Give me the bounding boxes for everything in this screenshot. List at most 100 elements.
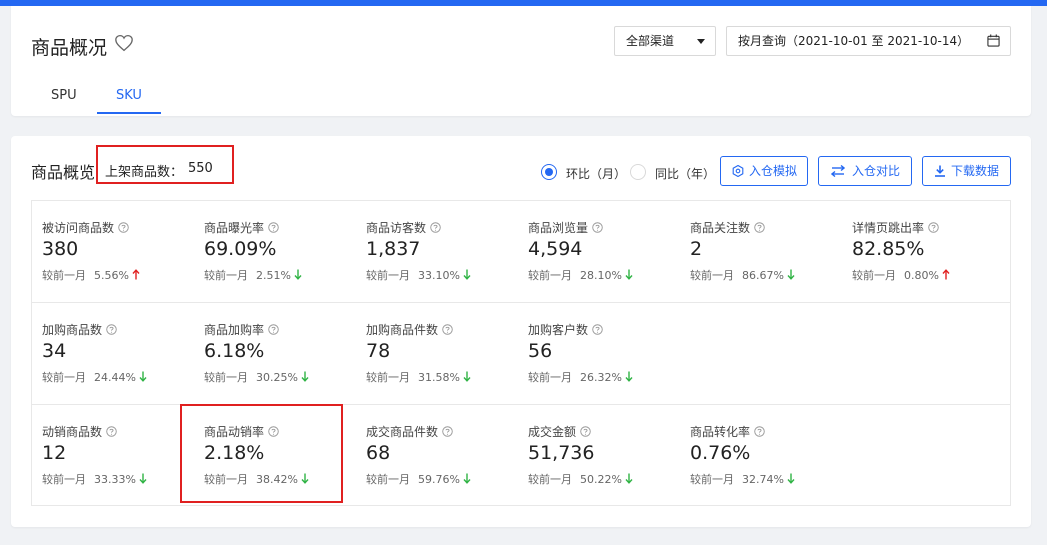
metric-change-pct: 5.56% <box>94 269 129 282</box>
metric-card: 加购商品数 34 较前一月 24.44% <box>32 303 194 403</box>
metric-change-pct: 33.10% <box>418 269 460 282</box>
metric-label: 成交商品件数 <box>366 423 453 440</box>
compare-prefix: 较前一月 <box>42 371 86 384</box>
arrow-down-icon <box>787 473 795 484</box>
download-button-label: 下载数据 <box>951 164 1000 178</box>
metric-card: 商品关注数 2 较前一月 86.67% <box>680 201 842 301</box>
help-icon[interactable] <box>430 222 441 233</box>
metric-change-pct: 33.33% <box>94 473 136 486</box>
metric-change-pct: 30.25% <box>256 371 298 384</box>
metric-label-text: 商品曝光率 <box>204 221 265 235</box>
calendar-icon <box>987 34 1000 47</box>
metric-change-pct: 2.51% <box>256 269 291 282</box>
metric-compare: 较前一月 2.51% <box>204 267 302 283</box>
help-icon[interactable] <box>928 222 939 233</box>
metric-change-pct: 50.22% <box>580 473 622 486</box>
metric-card: 被访问商品数 380 较前一月 5.56% <box>32 201 194 301</box>
help-icon[interactable] <box>754 222 765 233</box>
heart-outline-icon[interactable] <box>114 34 134 52</box>
compare-prefix: 较前一月 <box>204 371 248 384</box>
compare-prefix: 较前一月 <box>366 371 410 384</box>
metric-card: 商品浏览量 4,594 较前一月 28.10% <box>518 201 680 301</box>
help-icon[interactable] <box>580 426 591 437</box>
help-icon[interactable] <box>118 222 129 233</box>
metric-card: 详情页跳出率 82.85% 较前一月 0.80% <box>842 201 1004 301</box>
simulate-button[interactable]: 入仓模拟 <box>720 156 808 186</box>
radio-year-over-year-label[interactable]: 同比（年） <box>655 165 715 182</box>
swap-icon <box>831 165 845 177</box>
date-range-value: 按月查询（2021-10-01 至 2021-10-14） <box>738 34 970 48</box>
metric-label: 商品访客数 <box>366 219 441 236</box>
metric-value: 1,837 <box>366 238 421 260</box>
metric-value: 78 <box>366 340 391 362</box>
active-tab-indicator <box>97 112 161 114</box>
help-icon[interactable] <box>106 324 117 335</box>
compare-prefix: 较前一月 <box>690 473 734 486</box>
metric-compare: 较前一月 30.25% <box>204 369 309 385</box>
metric-value: 6.18% <box>204 340 265 362</box>
metric-label-text: 商品访客数 <box>366 221 427 235</box>
radio-month-over-month-label[interactable]: 环比（月） <box>566 165 626 182</box>
help-icon[interactable] <box>442 426 453 437</box>
metric-label: 详情页跳出率 <box>852 219 939 236</box>
help-icon[interactable] <box>268 222 279 233</box>
help-icon[interactable] <box>442 324 453 335</box>
metric-card: 商品访客数 1,837 较前一月 33.10% <box>356 201 518 301</box>
metric-label: 商品加购率 <box>204 321 279 338</box>
compare-button-label: 入仓对比 <box>852 164 901 178</box>
metric-change-pct: 0.80% <box>904 269 939 282</box>
arrow-down-icon <box>139 473 147 484</box>
channel-select[interactable]: 全部渠道 <box>614 26 716 56</box>
arrow-down-icon <box>301 371 309 382</box>
metric-compare: 较前一月 32.74% <box>690 471 795 487</box>
metrics-grid: 被访问商品数 380 较前一月 5.56% 商品曝光率 69.09% 较前一月 2.51% 商品… <box>31 200 1011 506</box>
compare-prefix: 较前一月 <box>366 269 410 282</box>
header-card: 商品概况 全部渠道 按月查询（2021-10-01 至 2021-10-14） … <box>11 6 1031 116</box>
listed-count-label: 上架商品数： <box>105 165 184 180</box>
metric-label: 加购商品件数 <box>366 321 453 338</box>
arrow-down-icon <box>625 371 633 382</box>
tab-spu[interactable]: SPU <box>51 88 77 103</box>
metric-label-text: 加购客户数 <box>528 323 589 337</box>
highlight-box-sell-through <box>180 404 343 503</box>
compare-button[interactable]: 入仓对比 <box>818 156 912 186</box>
arrow-down-icon <box>139 371 147 382</box>
arrow-down-icon <box>463 269 471 280</box>
radio-month-over-month[interactable] <box>541 164 557 180</box>
metric-value: 12 <box>42 442 67 464</box>
arrow-down-icon <box>625 473 633 484</box>
metric-compare: 较前一月 28.10% <box>528 267 633 283</box>
metric-label: 被访问商品数 <box>42 219 129 236</box>
help-icon[interactable] <box>106 426 117 437</box>
arrow-up-icon <box>132 269 140 280</box>
tab-sku[interactable]: SKU <box>116 88 142 103</box>
metric-compare: 较前一月 26.32% <box>528 369 633 385</box>
section-title: 商品概览 <box>31 163 96 182</box>
metric-label: 动销商品数 <box>42 423 117 440</box>
metric-label-text: 动销商品数 <box>42 425 103 439</box>
metric-value: 69.09% <box>204 238 277 260</box>
date-range-picker[interactable]: 按月查询（2021-10-01 至 2021-10-14） <box>726 26 1011 56</box>
download-button[interactable]: 下载数据 <box>922 156 1011 186</box>
compare-prefix: 较前一月 <box>366 473 410 486</box>
metric-label: 商品曝光率 <box>204 219 279 236</box>
help-icon[interactable] <box>268 324 279 335</box>
metric-label-text: 商品加购率 <box>204 323 265 337</box>
metric-value: 2 <box>690 238 703 260</box>
radio-year-over-year[interactable] <box>630 164 646 180</box>
metric-label: 加购商品数 <box>42 321 117 338</box>
compare-prefix: 较前一月 <box>204 269 248 282</box>
gear-icon <box>732 165 744 177</box>
overview-card: 商品概览 上架商品数： 550 环比（月） 同比（年） 入仓模拟 入仓对比 下载… <box>11 136 1031 527</box>
help-icon[interactable] <box>754 426 765 437</box>
compare-prefix: 较前一月 <box>528 269 572 282</box>
metric-value: 51,736 <box>528 442 595 464</box>
metric-label-text: 被访问商品数 <box>42 221 115 235</box>
metric-compare: 较前一月 59.76% <box>366 471 471 487</box>
metric-card: 动销商品数 12 较前一月 33.33% <box>32 405 194 505</box>
metric-label: 成交金额 <box>528 423 591 440</box>
metric-label: 加购客户数 <box>528 321 603 338</box>
page-title: 商品概况 <box>31 37 108 59</box>
help-icon[interactable] <box>592 222 603 233</box>
help-icon[interactable] <box>592 324 603 335</box>
